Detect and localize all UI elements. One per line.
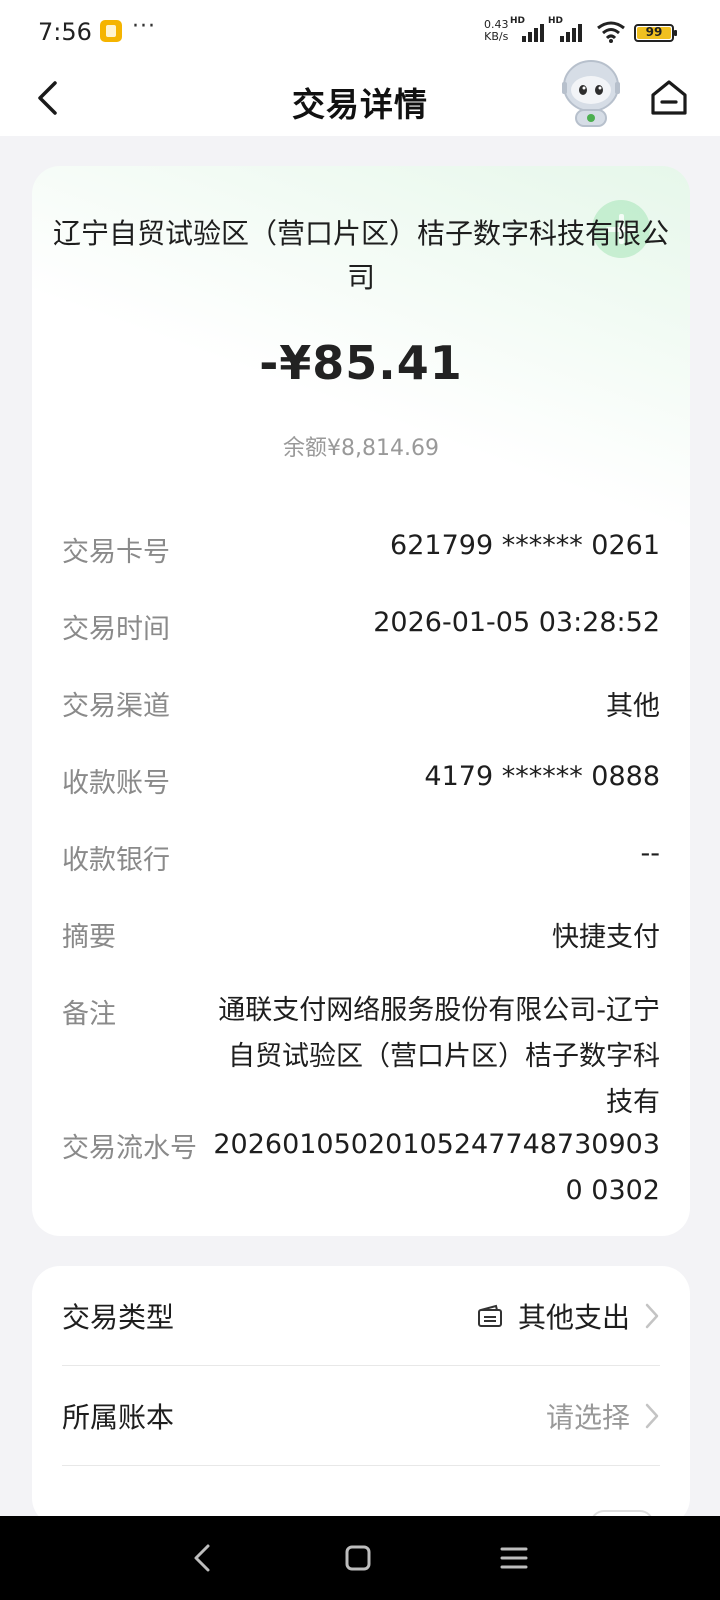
network-speed: 0.43 KB/s (484, 19, 509, 43)
assistant-robot-icon[interactable] (558, 56, 624, 128)
classification-card: 交易类型 其他支出 所属账本 请选择 (32, 1266, 690, 1530)
row-label: 交易流水号 (62, 1133, 197, 1164)
wallet-icon (477, 1304, 502, 1327)
row-label: 收款银行 (62, 845, 170, 876)
row-value: 2026-01-05 03:28:52 (373, 607, 660, 638)
row-value: -- (640, 838, 661, 869)
row-label: 交易卡号 (62, 537, 170, 568)
nav-home-button[interactable] (336, 1536, 380, 1580)
row-value: 通联支付网络服务股份有限公司-辽宁自贸试验区（营口片区）桔子数字科技有 (218, 995, 660, 1118)
account-book-placeholder: 请选择 (545, 1401, 630, 1434)
transaction-type-row[interactable]: 交易类型 其他支出 (62, 1266, 660, 1366)
transaction-type-label: 交易类型 (62, 1301, 175, 1334)
transaction-type-value: 其他支出 (517, 1301, 630, 1334)
nav-menu-icon (500, 1547, 528, 1569)
transaction-amount: -¥85.41 (259, 336, 463, 390)
chevron-right-icon (645, 1403, 659, 1429)
row-value: 快捷支付 (552, 922, 660, 953)
status-bar: 7:56 ··· 0.43 KB/s HD HD 99 (0, 0, 720, 64)
signal-icon-2: HD (548, 16, 582, 44)
row-value: 4179 ****** 0888 (424, 761, 660, 792)
row-label: 收款账号 (62, 768, 170, 799)
row-label: 摘要 (62, 922, 116, 953)
home-icon (651, 80, 687, 115)
home-button[interactable] (644, 72, 694, 122)
nav-home-icon (345, 1545, 371, 1571)
row-value: 其他 (606, 691, 660, 722)
account-balance: 余额¥8,814.69 (283, 436, 439, 461)
account-book-row[interactable]: 所属账本 请选择 (62, 1366, 660, 1466)
status-time: 7:56 (38, 18, 92, 46)
nav-back-button[interactable] (180, 1536, 224, 1580)
system-navigation-bar (0, 1516, 720, 1600)
more-notifications-icon: ··· (132, 14, 156, 39)
header: 交易详情 (0, 60, 720, 136)
notification-icon (100, 20, 122, 42)
account-book-label: 所属账本 (62, 1401, 175, 1434)
row-label: 交易时间 (62, 614, 170, 645)
row-label: 交易渠道 (62, 691, 170, 722)
chevron-right-icon (645, 1303, 659, 1329)
signal-icon: HD (510, 16, 544, 44)
transaction-detail-card: 辽宁自贸试验区（营口片区）桔子数字科技有限公司 -¥85.41 余额¥8,814… (32, 166, 690, 1236)
battery-level: 99 (645, 25, 663, 39)
merchant-name: 辽宁自贸试验区（营口片区）桔子数字科技有限公司 (52, 217, 669, 294)
network-speed-unit: KB/s (484, 30, 509, 43)
battery-icon: 99 (634, 24, 677, 42)
wifi-icon (597, 21, 625, 43)
row-label: 备注 (62, 999, 116, 1030)
back-button[interactable] (24, 74, 72, 122)
nav-menu-button[interactable] (492, 1536, 536, 1580)
row-value: 202601050201052477487309030 0302 (213, 1129, 660, 1206)
chevron-left-icon (38, 81, 57, 115)
row-value: 621799 ****** 0261 (390, 530, 660, 561)
nav-back-icon (194, 1544, 210, 1572)
